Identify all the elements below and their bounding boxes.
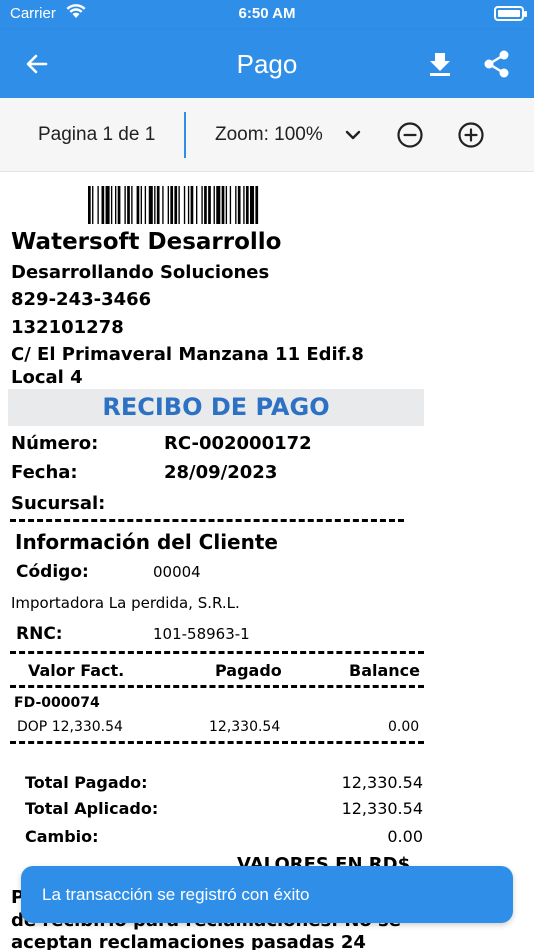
share-icon[interactable] (480, 47, 514, 81)
receipt-title: RECIBO DE PAGO (8, 389, 424, 426)
numero-value: RC-002000172 (164, 433, 312, 454)
client-section-title: Información del Cliente (15, 530, 278, 554)
sucursal-label: Sucursal: (11, 493, 106, 514)
total-aplicado-label: Total Aplicado: (25, 799, 159, 818)
receipt-document[interactable]: Watersoft Desarrollo Desarrollando Soluc… (0, 172, 534, 950)
company-address-2: Local 4 (11, 367, 83, 388)
invoice-number: FD-000074 (14, 695, 100, 711)
col-header-pagado: Pagado (215, 661, 282, 680)
zoom-out-icon[interactable] (395, 120, 425, 150)
page-indicator: Pagina 1 de 1 (38, 124, 156, 145)
zoom-select[interactable]: Zoom: 100% (215, 124, 323, 146)
company-tax-id: 132101278 (11, 317, 124, 338)
divider (10, 519, 404, 522)
divider (10, 651, 424, 654)
toolbar-divider (184, 112, 186, 158)
total-aplicado-value: 12,330.54 (341, 799, 423, 818)
app-bar: Pago (0, 30, 534, 98)
fecha-label: Fecha: (11, 462, 78, 483)
rnc-value: 101-58963-1 (153, 625, 250, 643)
total-pagado-value: 12,330.54 (341, 773, 423, 792)
cambio-value: 0.00 (387, 827, 423, 846)
codigo-label: Código: (16, 562, 89, 582)
viewer-toolbar: Pagina 1 de 1 Zoom: 100% (0, 98, 534, 172)
invoice-balance: 0.00 (388, 719, 420, 735)
battery-icon (494, 6, 527, 21)
codigo-value: 00004 (153, 563, 201, 581)
invoice-pagado: 12,330.54 (209, 719, 281, 735)
rnc-label: RNC: (16, 624, 63, 644)
col-header-valor: Valor Fact. (28, 661, 125, 680)
company-address: C/ El Primaveral Manzana 11 Edif.8 (11, 344, 364, 365)
divider (10, 741, 424, 744)
company-phone: 829-243-3466 (11, 289, 152, 310)
success-toast: La transacción se registró con éxito (21, 866, 513, 923)
download-icon[interactable] (423, 47, 457, 81)
invoice-valor: DOP 12,330.54 (17, 719, 123, 735)
barcode-image (88, 186, 259, 224)
status-bar: Carrier 6:50 AM (0, 0, 534, 30)
fecha-value: 28/09/2023 (164, 462, 278, 483)
col-header-balance: Balance (349, 661, 420, 680)
client-name: Importadora La perdida, S.R.L. (11, 594, 240, 612)
zoom-in-icon[interactable] (456, 120, 486, 150)
footer-text-line3: aceptan reclamaciones pasadas 24 (11, 932, 366, 950)
company-name: Watersoft Desarrollo (11, 229, 282, 255)
total-pagado-label: Total Pagado: (25, 773, 148, 792)
chevron-down-icon[interactable] (340, 122, 366, 148)
clock: 6:50 AM (238, 5, 296, 22)
divider (10, 685, 424, 688)
company-tagline: Desarrollando Soluciones (11, 262, 270, 283)
cambio-label: Cambio: (25, 827, 99, 846)
numero-label: Número: (11, 433, 99, 454)
